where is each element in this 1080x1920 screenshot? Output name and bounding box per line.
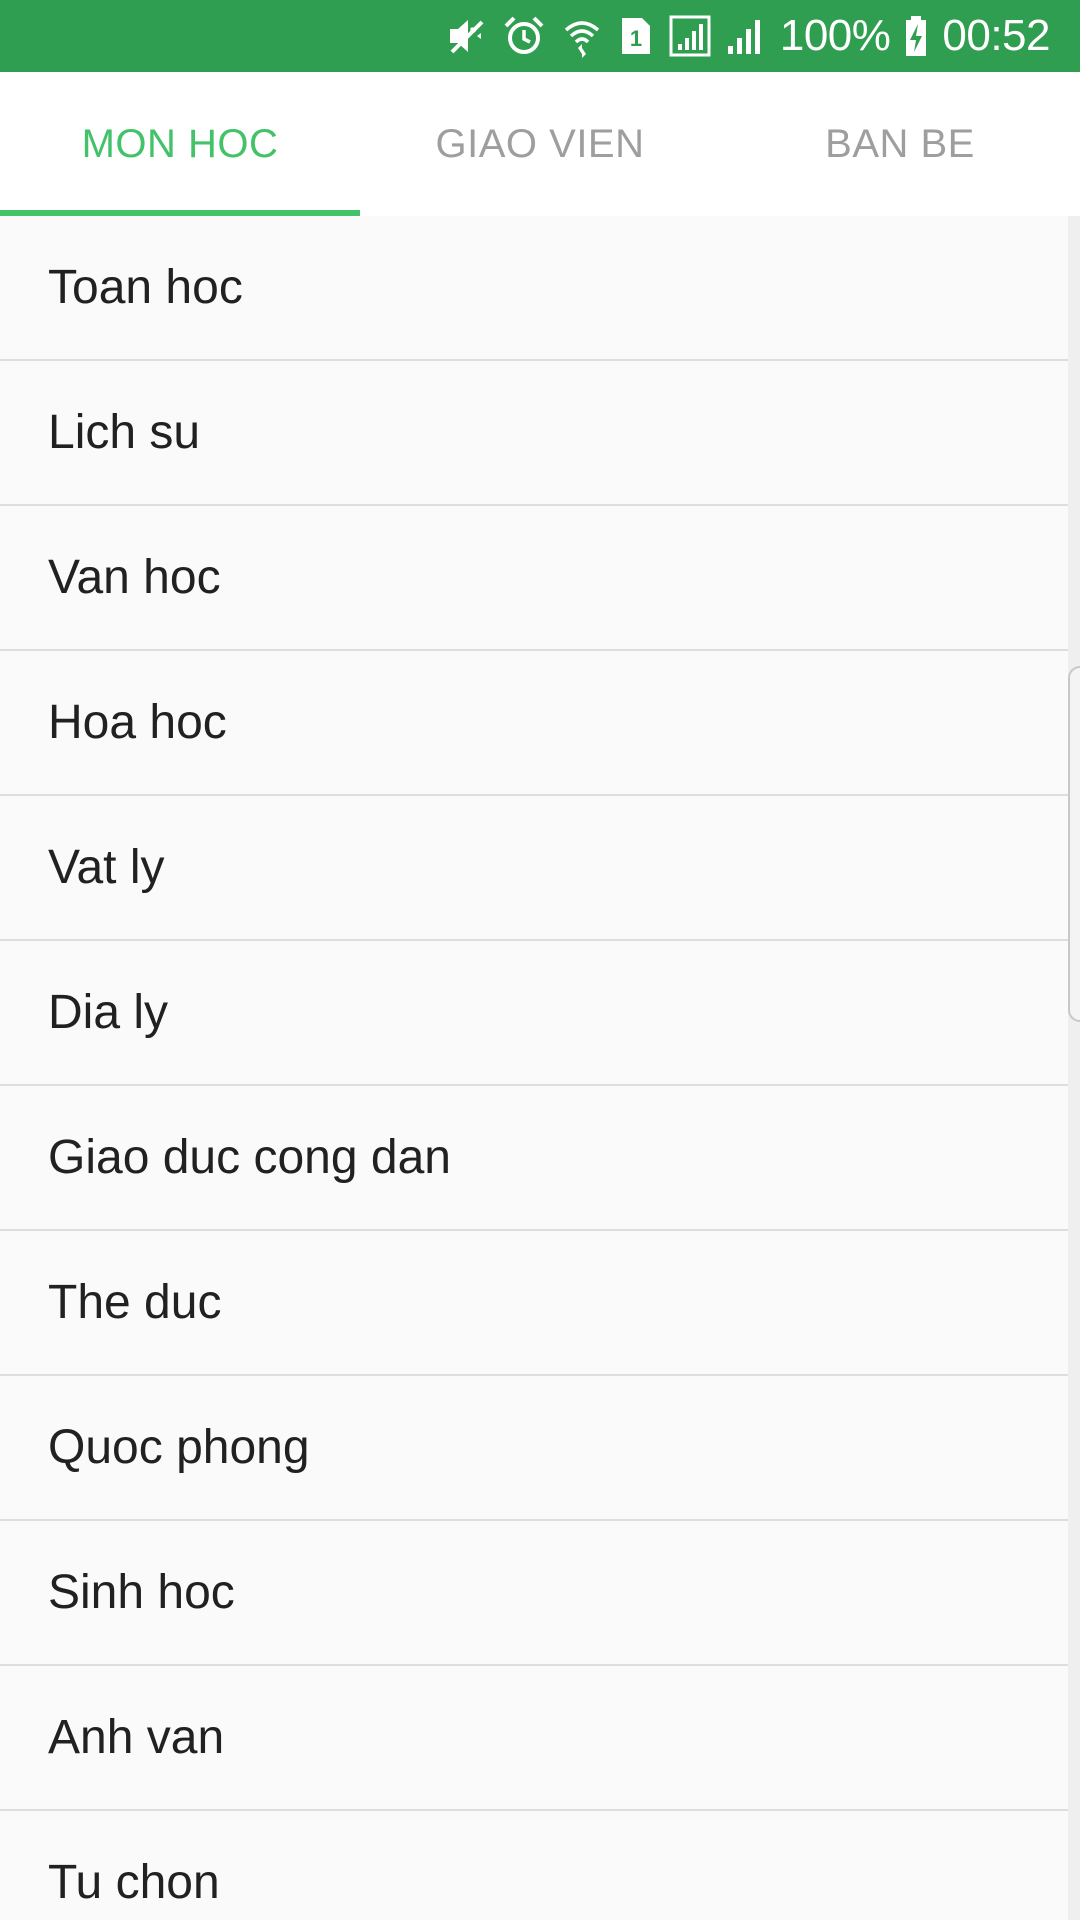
status-bar: 1 100% 00:52 <box>0 0 1080 72</box>
subject-list[interactable]: Toan hoc Lich su Van hoc Hoa hoc Vat ly … <box>0 216 1080 1920</box>
list-item[interactable]: Tu chon <box>0 1811 1080 1920</box>
sim-1-icon: 1 <box>618 14 654 58</box>
tab-bar: MON HOC GIAO VIEN BAN BE <box>0 72 1080 216</box>
battery-percent: 100% <box>779 11 891 60</box>
tab-giao-vien[interactable]: GIAO VIEN <box>360 72 720 216</box>
list-item[interactable]: Sinh hoc <box>0 1521 1080 1666</box>
signal-icon <box>726 14 766 58</box>
tab-label: GIAO VIEN <box>435 121 645 166</box>
clock: 00:52 <box>942 11 1050 60</box>
tab-ban-be[interactable]: BAN BE <box>720 72 1080 216</box>
list-item[interactable]: Vat ly <box>0 796 1080 941</box>
list-item[interactable]: Dia ly <box>0 941 1080 1086</box>
vibrate-mute-icon <box>444 14 488 58</box>
list-item[interactable]: Quoc phong <box>0 1376 1080 1521</box>
wifi-icon <box>560 14 604 58</box>
scrollbar-handle[interactable] <box>1068 666 1080 1022</box>
list-item[interactable]: The duc <box>0 1231 1080 1376</box>
list-item[interactable]: Giao duc cong dan <box>0 1086 1080 1231</box>
list-item[interactable]: Hoa hoc <box>0 651 1080 796</box>
list-item[interactable]: Toan hoc <box>0 216 1080 361</box>
tab-label: BAN BE <box>825 121 975 166</box>
tab-label: MON HOC <box>81 121 279 166</box>
signal-icon <box>668 14 712 58</box>
battery-charging-icon <box>904 14 928 58</box>
alarm-icon <box>502 14 546 58</box>
svg-text:1: 1 <box>630 26 642 51</box>
list-item[interactable]: Anh van <box>0 1666 1080 1811</box>
scrollbar-track[interactable] <box>1068 216 1080 1920</box>
tab-mon-hoc[interactable]: MON HOC <box>0 72 360 216</box>
list-item[interactable]: Lich su <box>0 361 1080 506</box>
list-item[interactable]: Van hoc <box>0 506 1080 651</box>
